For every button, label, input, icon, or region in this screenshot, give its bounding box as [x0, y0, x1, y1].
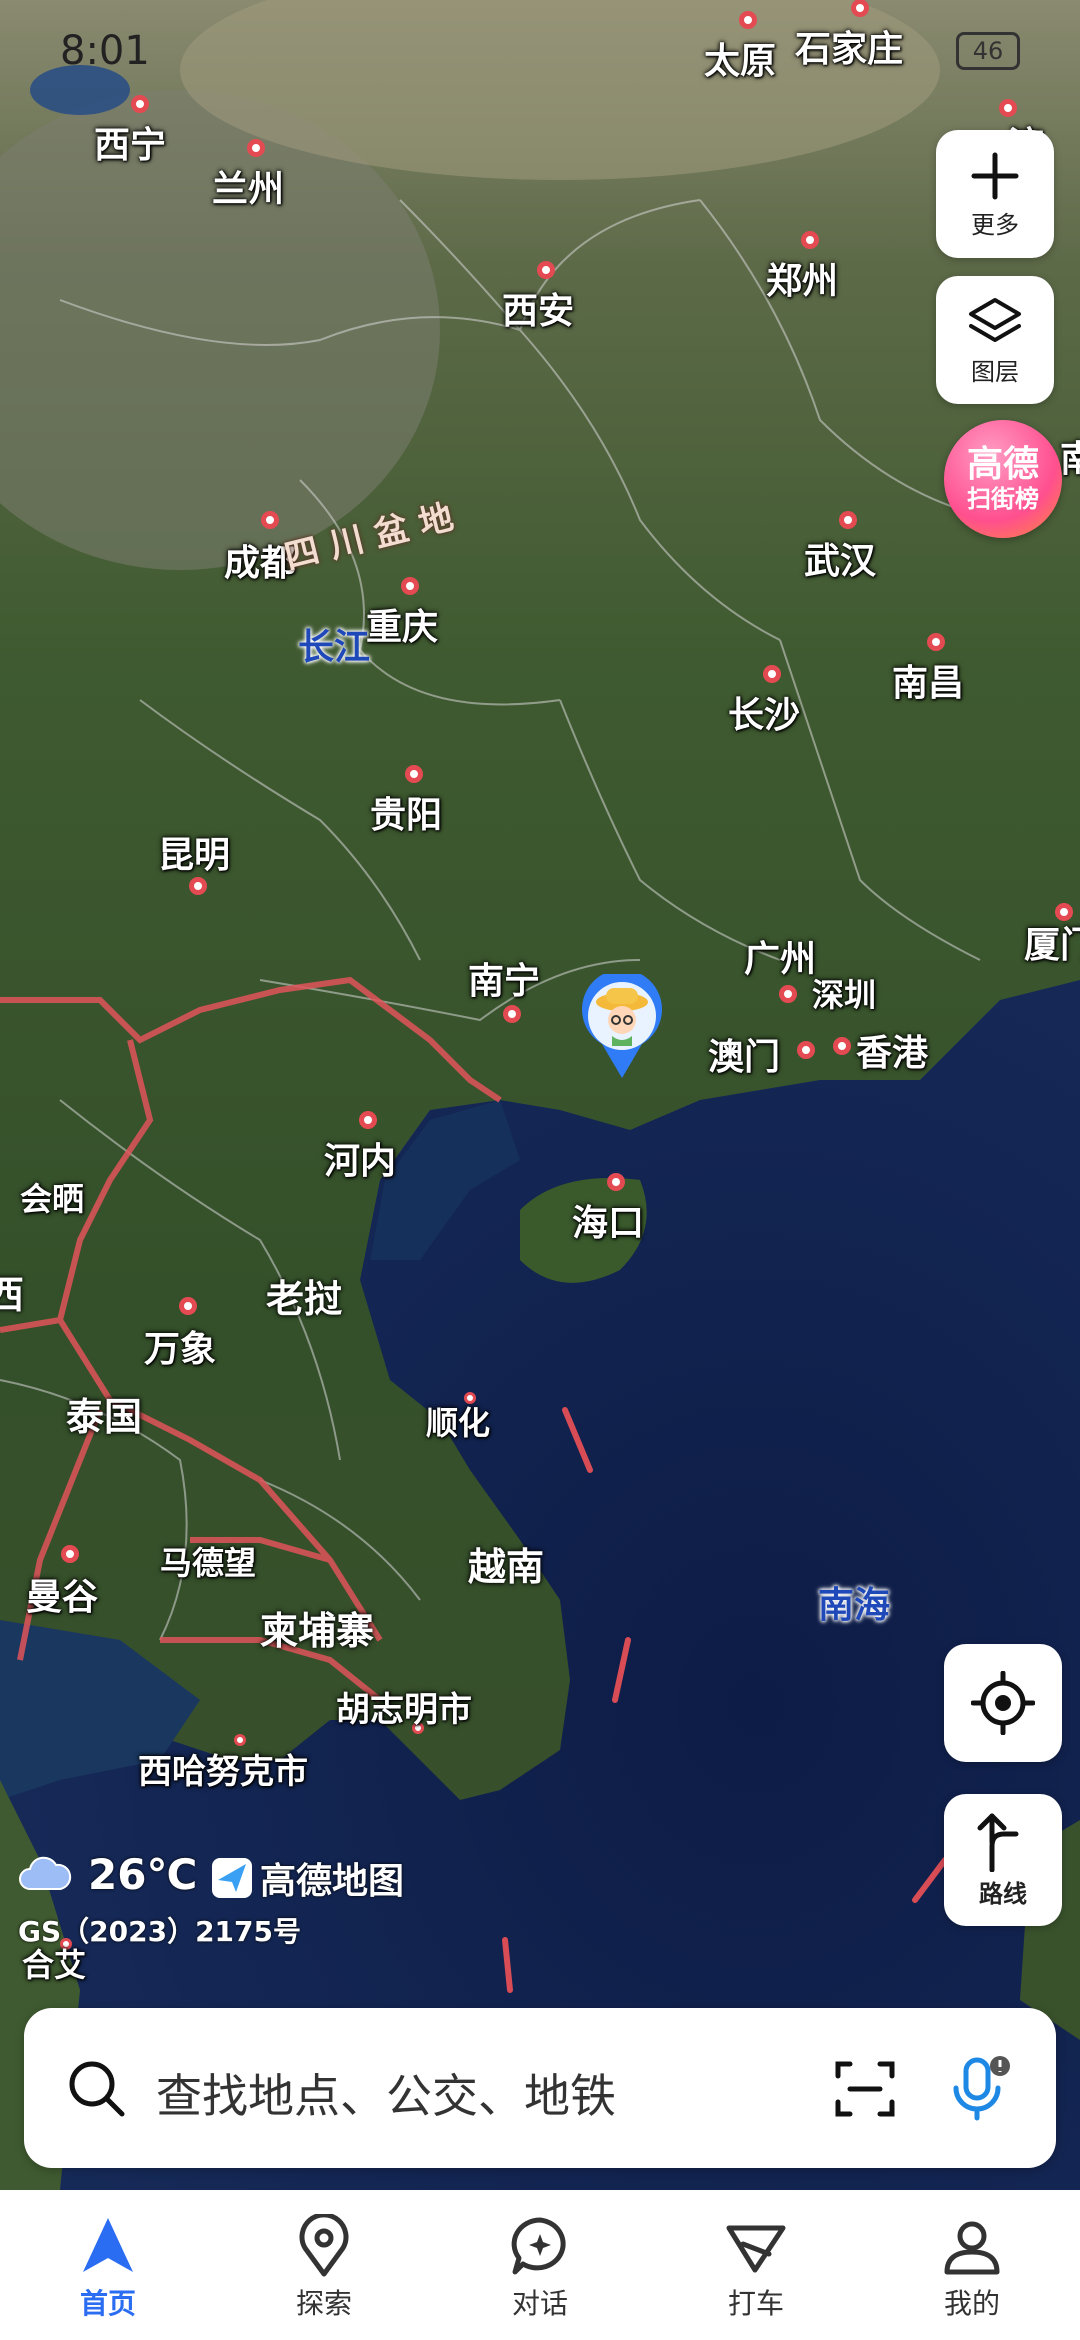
- bottom-tab-bar: 首页 探索 对话 打车 我的: [0, 2190, 1080, 2340]
- crosshair-icon: [971, 1671, 1035, 1735]
- weather-widget[interactable]: 26℃: [18, 1850, 197, 1899]
- layers-icon: [969, 297, 1021, 342]
- chat-bubble-icon: [511, 2217, 566, 2275]
- region-cambodia: 柬埔寨: [260, 1609, 375, 1653]
- tab-profile-label: 我的: [943, 2287, 1000, 2320]
- search-icon: [69, 2061, 125, 2117]
- tab-chat[interactable]: 对话: [432, 2190, 648, 2340]
- brand-name: 高德地图: [260, 1861, 405, 1902]
- region-thailand: 泰国: [66, 1395, 143, 1439]
- region-laos: 老挝: [266, 1277, 343, 1321]
- region-edge-left: 西: [0, 1273, 25, 1317]
- plus-icon: [971, 152, 1019, 199]
- more-button[interactable]: 更多: [936, 130, 1054, 258]
- promo-line2: 扫街榜: [967, 485, 1039, 513]
- search-bar[interactable]: 查找地点、公交、地铁: [24, 2008, 1056, 2168]
- battery-icon: 46: [956, 32, 1020, 70]
- tab-home-label: 首页: [79, 2287, 136, 2320]
- layers-label: 图层: [971, 357, 1019, 386]
- map-license: GS（2023）2175号: [18, 1915, 302, 1948]
- route-turn-icon: [977, 1813, 1019, 1872]
- label-south-china-sea: 南海: [818, 1585, 891, 1626]
- user-location-marker[interactable]: [578, 974, 666, 1082]
- region-vietnam: 越南: [468, 1545, 545, 1589]
- promo-line1: 高德: [966, 444, 1039, 485]
- tab-taxi[interactable]: 打车: [648, 2190, 864, 2340]
- tab-explore[interactable]: 探索: [216, 2190, 432, 2340]
- tab-taxi-label: 打车: [727, 2287, 784, 2320]
- gaode-street-ranking-badge[interactable]: 高德 扫街榜: [944, 420, 1062, 538]
- brand-logo: 高德地图: [210, 1852, 404, 1904]
- profile-icon: [944, 2221, 1000, 2275]
- taxi-flag-icon: [726, 2225, 786, 2273]
- city-partial-nanjing: 南: [1060, 439, 1080, 480]
- tab-profile[interactable]: 我的: [864, 2190, 1080, 2340]
- scan-icon[interactable]: [832, 2056, 898, 2122]
- temperature: 26℃: [88, 1850, 198, 1899]
- tab-home[interactable]: 首页: [0, 2190, 216, 2340]
- label-yangtze: 长江: [298, 627, 371, 668]
- location-pin-icon: [299, 2214, 349, 2277]
- status-bar: 8:01 46: [0, 0, 1080, 100]
- tab-explore-label: 探索: [295, 2287, 352, 2320]
- gaode-logo-icon: [212, 1858, 252, 1898]
- navigation-arrow-icon: [83, 2218, 133, 2272]
- route-label: 路线: [979, 1879, 1027, 1908]
- search-input[interactable]: 查找地点、公交、地铁: [156, 2060, 616, 2126]
- layers-button[interactable]: 图层: [936, 276, 1054, 404]
- avatar-pin-icon: [582, 974, 662, 1078]
- more-label: 更多: [971, 210, 1019, 239]
- tab-chat-label: 对话: [511, 2287, 568, 2320]
- status-time: 8:01: [60, 28, 150, 74]
- locate-me-button[interactable]: [944, 1644, 1062, 1762]
- microphone-icon[interactable]: [944, 2054, 1014, 2124]
- route-button[interactable]: 路线: [944, 1794, 1062, 1926]
- cloud-icon: [19, 1856, 72, 1890]
